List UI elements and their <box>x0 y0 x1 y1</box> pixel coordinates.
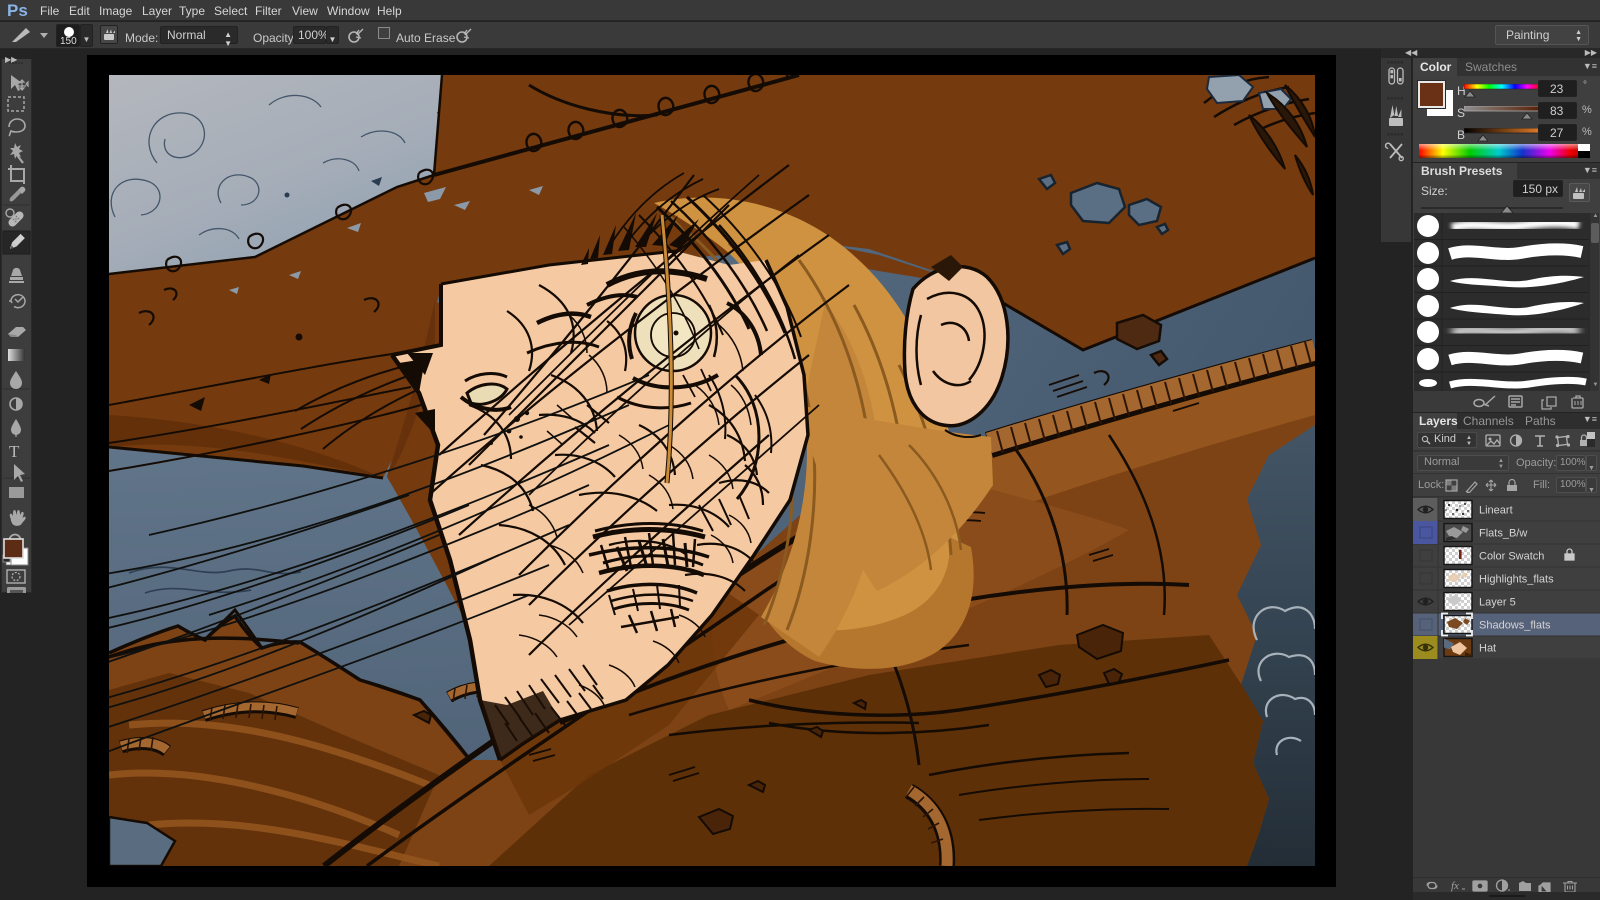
svg-text:Shadows_flats: Shadows_flats <box>1479 620 1551 632</box>
svg-text:Color Swatch: Color Swatch <box>1479 551 1544 563</box>
svg-text:Flats_B/w: Flats_B/w <box>1479 528 1527 540</box>
svg-text:fx: fx <box>1451 880 1459 892</box>
svg-text:Highlights_flats: Highlights_flats <box>1479 574 1554 586</box>
svg-text:Lineart: Lineart <box>1479 505 1513 517</box>
svg-text:Hat: Hat <box>1479 643 1496 655</box>
svg-text:T: T <box>9 442 20 461</box>
svg-text:Layer 5: Layer 5 <box>1479 597 1516 609</box>
